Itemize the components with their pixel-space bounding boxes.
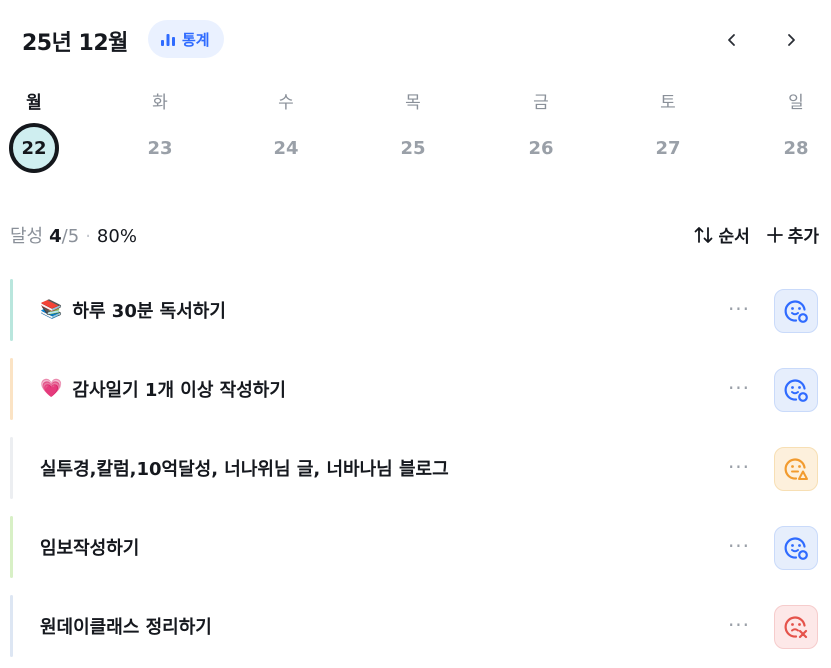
task-item[interactable]: 실투경,칼럼,10억달성, 너나위님 글, 너바나님 블로그 ···	[10, 437, 818, 499]
date-cell[interactable]: 27	[638, 128, 698, 168]
more-options-button[interactable]: ···	[724, 370, 754, 406]
task-title-row: 📚 하루 30분 독서하기	[40, 297, 226, 323]
date-cell[interactable]: 23	[130, 128, 190, 168]
month-title: 25년 12월	[22, 31, 128, 56]
task-title: 하루 30분 독서하기	[72, 301, 226, 322]
chevron-left-icon	[728, 34, 735, 46]
date-cell[interactable]: 28	[766, 128, 826, 168]
more-options-button[interactable]: ···	[724, 449, 754, 485]
more-options-button[interactable]: ···	[724, 291, 754, 327]
task-color-bar	[10, 358, 13, 420]
week-strip: 월 22 화 23 수 24 목 25 금 26 토 27 일 28	[0, 82, 831, 182]
weekday-label: 일	[788, 93, 804, 113]
task-color-bar	[10, 437, 13, 499]
task-item[interactable]: 📚 하루 30분 독서하기 ···	[10, 279, 818, 341]
weekday-label: 토	[660, 93, 676, 113]
plus-icon	[766, 226, 783, 243]
reorder-button[interactable]: 순서	[694, 222, 750, 247]
achievement-summary: 달성 4 /5 · 80%	[10, 222, 137, 248]
reorder-label: 순서	[718, 227, 750, 247]
weekday-label: 월	[26, 93, 42, 113]
chevron-right-icon	[788, 34, 795, 46]
more-options-button[interactable]: ···	[724, 528, 754, 564]
weekday-label: 수	[278, 93, 294, 113]
weekday-label: 목	[405, 93, 421, 113]
heart-emoji: 💗	[40, 378, 63, 399]
smile-check-icon	[784, 537, 808, 560]
add-task-button[interactable]: 추가	[766, 222, 819, 247]
weekday-label: 화	[152, 93, 168, 113]
stats-label: 통계	[182, 30, 210, 49]
selected-date: 22	[9, 123, 59, 173]
prev-week-button[interactable]	[716, 24, 748, 56]
status-done-button[interactable]	[774, 289, 818, 333]
calendar-header: 25년 12월 통계	[0, 0, 831, 80]
achievement-percent: 80%	[96, 226, 137, 247]
more-options-button[interactable]: ···	[724, 607, 754, 643]
task-item[interactable]: 원데이클래스 정리하기 ···	[10, 595, 818, 657]
status-partial-button[interactable]	[774, 447, 818, 491]
date-cell[interactable]: 25	[383, 128, 443, 168]
date-cell[interactable]: 26	[511, 128, 571, 168]
achievement-label: 달성	[10, 226, 44, 247]
status-done-button[interactable]	[774, 368, 818, 412]
status-failed-button[interactable]	[774, 605, 818, 649]
add-label: 추가	[787, 227, 819, 247]
books-emoji: 📚	[40, 299, 63, 320]
neutral-face-triangle-icon	[784, 458, 808, 480]
task-title: 임보작성하기	[40, 538, 140, 559]
task-color-bar	[10, 516, 13, 578]
separator-dot: ·	[85, 226, 91, 247]
sort-arrows-icon	[695, 226, 713, 243]
task-title: 원데이클래스 정리하기	[40, 617, 212, 638]
achievement-total: /5	[61, 226, 80, 247]
task-color-bar	[10, 279, 13, 341]
task-item[interactable]: 임보작성하기 ···	[10, 516, 818, 578]
weekday-label: 금	[533, 93, 549, 113]
date-cell-selected[interactable]: 22	[4, 123, 64, 173]
list-toolbar: 순서 추가	[694, 222, 819, 247]
task-item[interactable]: 💗 감사일기 1개 이상 작성하기 ···	[10, 358, 818, 420]
bar-chart-icon	[160, 31, 176, 47]
smile-check-icon	[784, 300, 808, 323]
task-title-row: 임보작성하기	[40, 534, 139, 560]
status-done-button[interactable]	[774, 526, 818, 570]
achievement-count: 4	[49, 226, 62, 247]
task-color-bar	[10, 595, 13, 657]
stats-button[interactable]: 통계	[148, 20, 224, 58]
task-title: 감사일기 1개 이상 작성하기	[72, 380, 286, 401]
task-title: 실투경,칼럼,10억달성, 너나위님 글, 너바나님 블로그	[40, 459, 449, 480]
sad-face-x-icon	[784, 616, 808, 639]
smile-check-icon	[784, 379, 808, 402]
task-title-row: 실투경,칼럼,10억달성, 너나위님 글, 너바나님 블로그	[40, 455, 449, 481]
next-week-button[interactable]	[775, 24, 807, 56]
date-cell[interactable]: 24	[256, 128, 316, 168]
task-title-row: 💗 감사일기 1개 이상 작성하기	[40, 376, 286, 402]
task-title-row: 원데이클래스 정리하기	[40, 613, 212, 639]
